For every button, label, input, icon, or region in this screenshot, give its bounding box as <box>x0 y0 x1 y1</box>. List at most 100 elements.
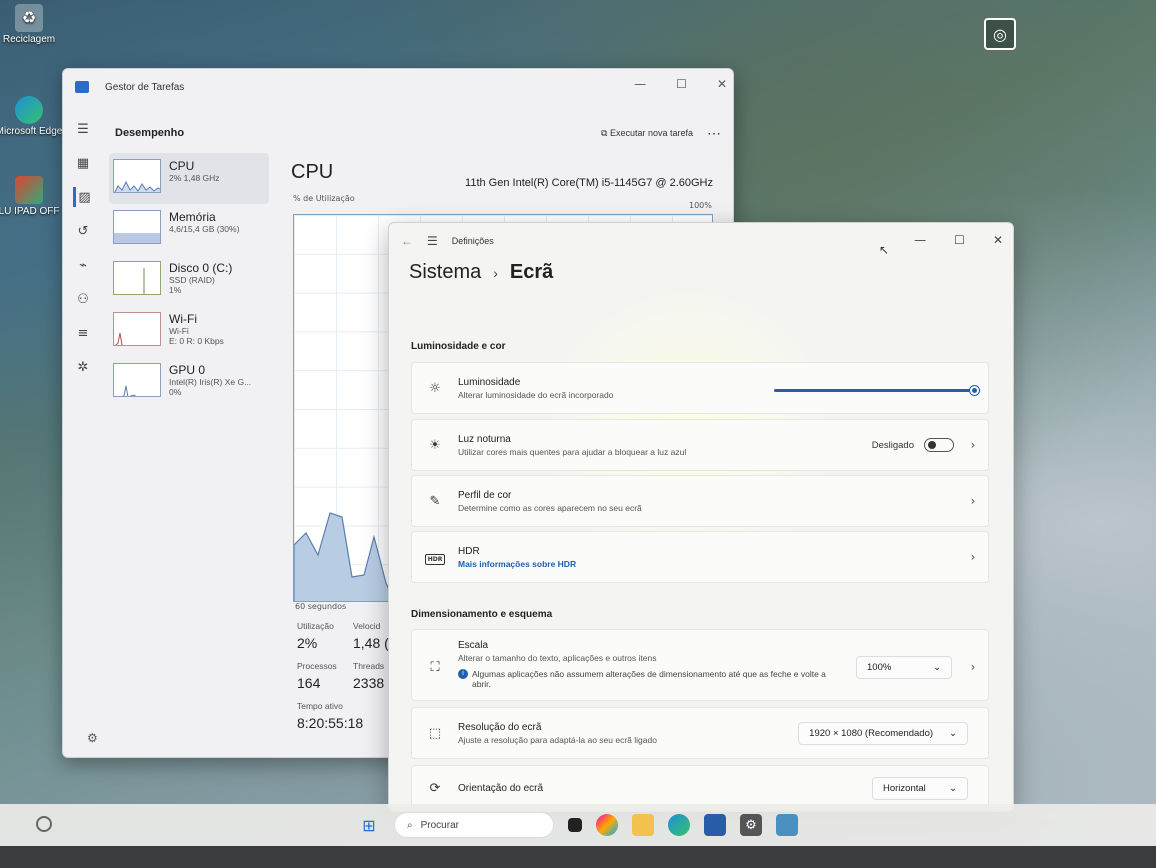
minimize-icon[interactable]: — <box>634 77 646 91</box>
chevron-right-icon[interactable]: › <box>958 494 988 508</box>
task-manager-nav-rail: ☰ ▦ ▨ ↺ ⌁ ⚇ ≡ ✲ <box>63 105 103 757</box>
utilization-value: 2% <box>297 635 318 651</box>
resolution-card[interactable]: ⬚ Resolução do ecrã Ajuste a resolução p… <box>411 707 989 759</box>
task-manager-titlebar: Gestor de Tarefas <box>63 69 733 105</box>
hdr-card[interactable]: HDR HDR Mais informações sobre HDR › <box>411 531 989 583</box>
color-profile-desc: Determine como as cores aparecem no seu … <box>458 502 642 513</box>
desktop-icon-edge[interactable]: Microsoft Edge <box>0 96 64 137</box>
mouse-cursor-icon: ↖ <box>879 243 890 257</box>
night-light-card[interactable]: ☀ Luz noturna Utilizar cores mais quente… <box>411 419 989 471</box>
night-light-sun-icon: ☀ <box>429 437 441 453</box>
close-icon[interactable]: ✕ <box>717 77 727 91</box>
perf-item-name: Disco 0 (C:) <box>169 261 233 275</box>
chevron-right-icon[interactable]: › <box>958 550 988 564</box>
breadcrumb-current: Ecrã <box>509 261 554 283</box>
perf-item-name: Wi-Fi <box>169 312 197 326</box>
startup-apps-icon[interactable]: ⌁ <box>73 255 93 275</box>
chevron-right-icon[interactable]: › <box>958 438 988 452</box>
header-actions: ⧉ Executar nova tarefa ⋯ <box>601 125 721 142</box>
maximize-icon[interactable]: ☐ <box>954 233 965 247</box>
perf-item-gpu[interactable]: GPU 0 Intel(R) Iris(R) Xe G... 0% <box>109 357 269 408</box>
copilot-icon[interactable] <box>596 814 618 836</box>
desktop-icon-lu-ipad[interactable]: LU IPAD OFF <box>0 176 64 217</box>
cpu-detail-panel: CPU 11th Gen Intel(R) Core(TM) i5-1145G7… <box>291 161 721 189</box>
orientation-dropdown[interactable]: Horizontal ⌄ <box>872 776 968 800</box>
more-options-icon[interactable]: ⋯ <box>707 125 721 142</box>
perf-item-memory[interactable]: Memória 4,6/15,4 GB (30%) <box>109 204 269 255</box>
edge-browser-icon[interactable] <box>668 814 690 836</box>
night-light-toggle[interactable] <box>924 438 954 452</box>
speed-value: 1,48 ( <box>353 635 389 651</box>
brightness-slider-thumb[interactable] <box>970 386 979 395</box>
brightness-card[interactable]: ☼ Luminosidade Alterar luminosidade do e… <box>411 362 989 414</box>
graph-max-label: 100% <box>689 201 712 210</box>
back-arrow-icon[interactable]: ← <box>401 234 413 248</box>
users-icon[interactable]: ⚇ <box>73 289 93 309</box>
details-icon[interactable]: ≡ <box>73 323 93 343</box>
scale-dropdown[interactable]: 100% ⌄ <box>856 656 952 679</box>
scale-value: 100% <box>867 662 892 673</box>
close-icon[interactable]: ✕ <box>993 233 1003 247</box>
task-view-icon[interactable] <box>568 818 582 832</box>
settings-title: Definições <box>451 236 494 246</box>
threads-label: Threads <box>353 661 385 671</box>
speed-label: Velocid <box>353 621 381 631</box>
uptime-value: 8:20:55:18 <box>297 715 364 731</box>
processes-icon[interactable]: ▦ <box>73 153 93 173</box>
photos-icon[interactable] <box>776 814 798 836</box>
perf-item-disk[interactable]: Disco 0 (C:) SSD (RAID) 1% <box>109 255 269 306</box>
task-manager-header: Desempenho ⧉ Executar nova tarefa ⋯ <box>115 121 721 145</box>
resolution-dropdown[interactable]: 1920 × 1080 (Recomendado) ⌄ <box>798 721 968 745</box>
app-history-icon[interactable]: ↺ <box>73 221 93 241</box>
desktop-icon-top-right[interactable]: ◎ <box>984 18 1016 50</box>
cpu-mini-chart <box>114 180 160 192</box>
run-new-task-button[interactable]: ⧉ Executar nova tarefa <box>601 128 693 139</box>
brightness-slider[interactable] <box>774 386 979 395</box>
desktop-icon-label: LU IPAD OFF <box>0 206 60 217</box>
chevron-down-icon: ⌄ <box>949 782 957 794</box>
settings-window: ← ☰ Definições ↖ — ☐ ✕ Sistema › Ecrã Lu… <box>388 222 1014 812</box>
taskbar-search[interactable]: ⌕ Procurar <box>394 812 554 838</box>
maximize-icon[interactable]: ☐ <box>676 77 687 91</box>
desktop-icon-recycle-bin[interactable]: ♻ Reciclagem <box>0 4 64 45</box>
color-profile-card[interactable]: ✎ Perfil de cor Determine como as cores … <box>411 475 989 527</box>
perf-item-name: Memória <box>169 210 216 224</box>
performance-icon[interactable]: ▨ <box>73 187 93 207</box>
info-icon: i <box>458 669 468 679</box>
resolution-desc: Ajuste a resolução para adaptá-la ao seu… <box>458 734 657 745</box>
settings-gear-icon[interactable]: ⚙ <box>87 731 98 745</box>
breadcrumb-parent[interactable]: Sistema <box>409 261 481 284</box>
orientation-value: Horizontal <box>883 782 926 794</box>
store-icon[interactable] <box>704 814 726 836</box>
scale-card[interactable]: ⛶ Escala Alterar o tamanho do texto, apl… <box>411 629 989 701</box>
settings-app-icon[interactable]: ⚙ <box>740 814 762 836</box>
start-windows-icon[interactable]: ⊞ <box>358 814 380 836</box>
minimize-icon[interactable]: — <box>914 233 926 247</box>
hdr-title: HDR <box>458 545 480 557</box>
section-title: Desempenho <box>115 127 185 139</box>
chevron-down-icon: ⌄ <box>933 662 941 673</box>
disk-thumbnail-graph <box>113 261 161 295</box>
performance-list: CPU 2% 1,48 GHz Memória 4,6/15,4 GB (30%… <box>109 153 269 408</box>
scale-note-text: Algumas aplicações não assumem alteraçõe… <box>472 669 826 689</box>
orientation-title: Orientação do ecrã <box>458 782 544 794</box>
hamburger-menu-icon[interactable]: ☰ <box>427 234 438 248</box>
night-light-toggle-group: Desligado <box>872 438 954 452</box>
perf-item-detail-2: 0% <box>169 387 182 397</box>
recycle-bin-icon: ♻ <box>15 4 43 32</box>
widgets-icon[interactable] <box>36 816 52 832</box>
services-icon[interactable]: ✲ <box>73 357 93 377</box>
processes-value: 164 <box>297 675 321 691</box>
perf-item-wifi[interactable]: Wi-Fi Wi-Fi E: 0 R: 0 Kbps <box>109 306 269 357</box>
night-light-desc: Utilizar cores mais quentes para ajudar … <box>458 446 687 457</box>
perf-item-cpu[interactable]: CPU 2% 1,48 GHz <box>109 153 269 204</box>
section-heading-brightness: Luminosidade e cor <box>411 341 506 352</box>
gpu-mini-chart <box>121 385 137 396</box>
chevron-right-icon[interactable]: › <box>958 660 988 674</box>
file-explorer-icon[interactable] <box>632 814 654 836</box>
hamburger-menu-icon[interactable]: ☰ <box>73 119 93 139</box>
task-manager-window-controls: — ☐ ✕ <box>634 77 727 91</box>
gpu-thumbnail-graph <box>113 363 161 397</box>
resolution-icon: ⬚ <box>428 725 442 741</box>
hdr-more-info-link[interactable]: Mais informações sobre HDR <box>458 559 958 569</box>
